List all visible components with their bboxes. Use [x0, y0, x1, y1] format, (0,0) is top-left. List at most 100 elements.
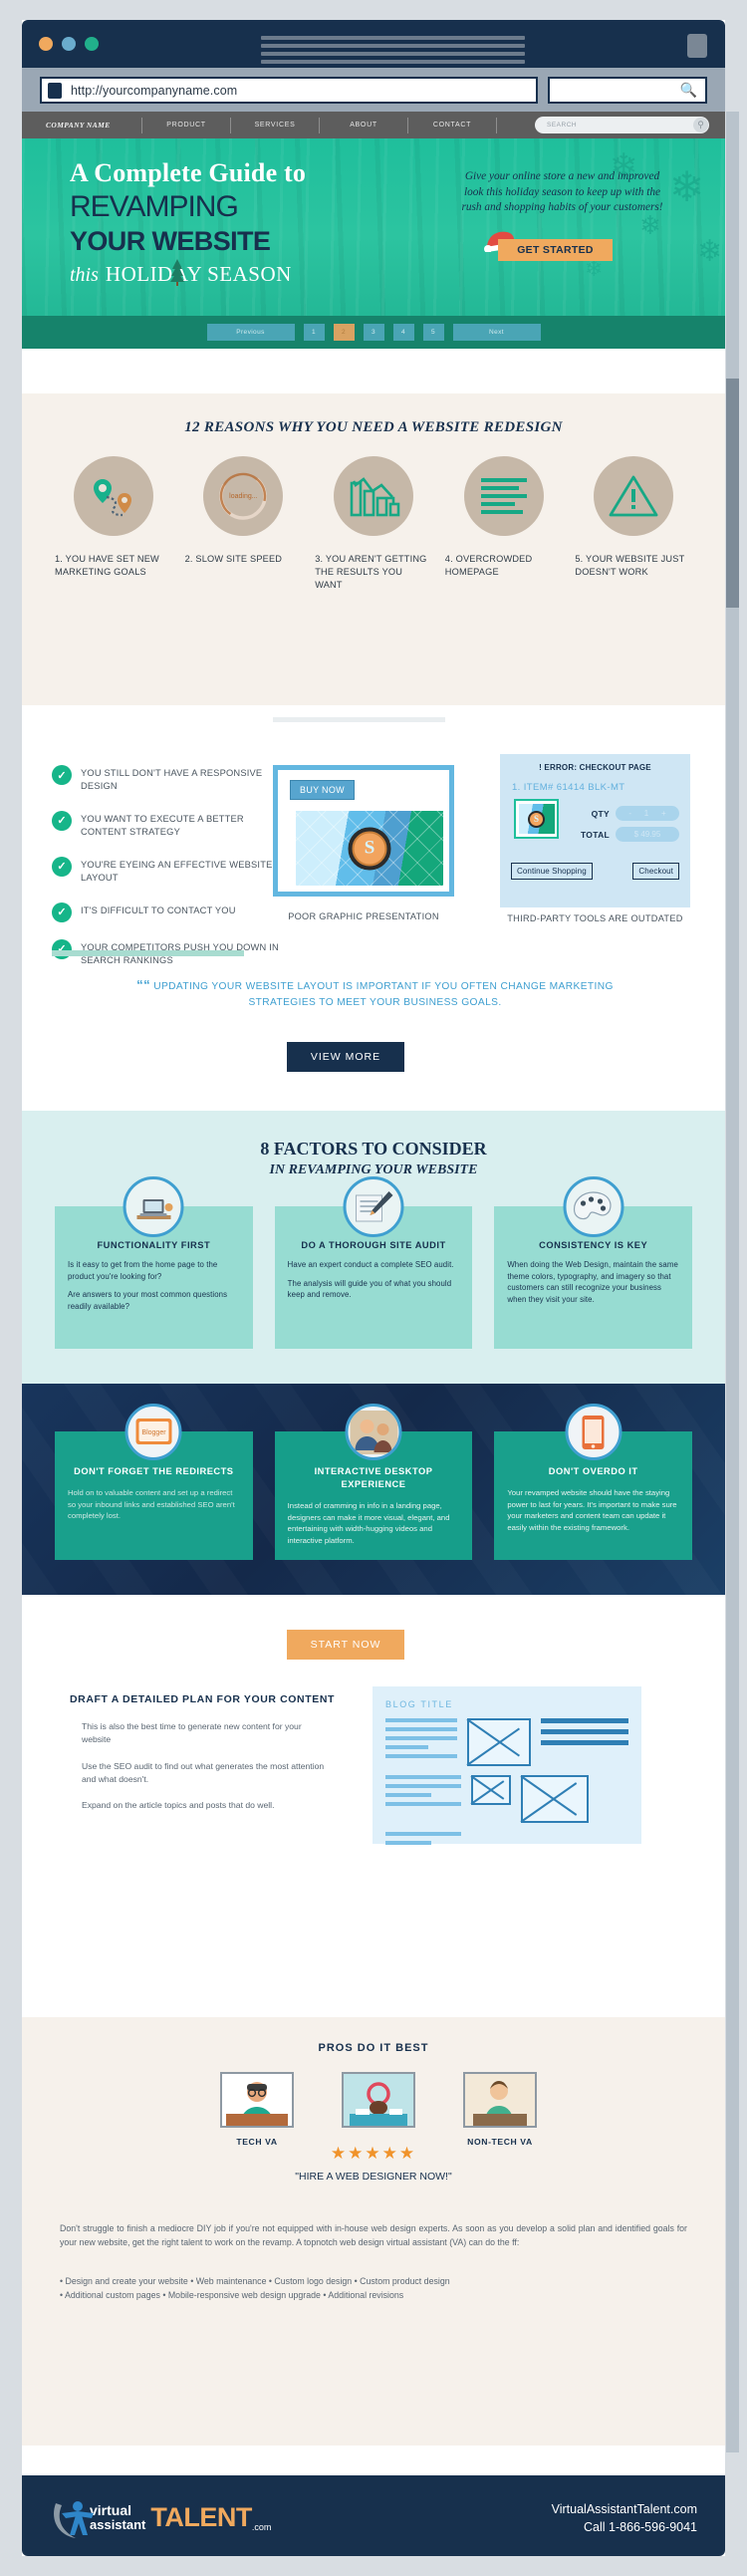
checkout-button[interactable]: Checkout — [632, 863, 679, 880]
continue-shopping-button[interactable]: Continue Shopping — [511, 863, 593, 880]
total-value: $ 49.95 — [616, 827, 679, 842]
qty-stepper[interactable]: - 1 + — [616, 806, 679, 821]
pagination-previous[interactable]: Previous — [206, 324, 295, 341]
factor-title: CONSISTENCY IS KEY — [539, 1240, 648, 1250]
dark-card-body: Your revamped website should have the st… — [507, 1488, 677, 1532]
decorative-rule — [273, 717, 445, 722]
blogger-redirect-icon: Blogger — [124, 1404, 182, 1460]
reason-item: 4. OVERCROWDED HOMEPAGE — [445, 456, 563, 592]
reason-item: 1. YOU HAVE SET NEW MARKETING GOALS — [55, 456, 172, 592]
pagination-page-2[interactable]: 2 — [333, 324, 355, 341]
vertical-scrollbar-thumb[interactable] — [726, 379, 739, 608]
site-search-input[interactable]: SEARCH ⚲ — [535, 117, 709, 133]
factor-body: When doing the Web Design, maintain the … — [507, 1259, 679, 1306]
search-icon[interactable]: ⚲ — [693, 118, 708, 132]
mock-caption: POOR GRAPHIC PRESENTATION — [288, 911, 439, 921]
pagination-page-4[interactable]: 4 — [392, 324, 414, 341]
checkout-item-label: 1. ITEM# 61414 BLK-MT — [512, 782, 625, 793]
qty-plus-button[interactable]: + — [661, 809, 666, 818]
pros-cell: TECH VA — [215, 2072, 299, 2147]
checkout-button-row: Continue Shopping Checkout — [511, 863, 679, 880]
nav-item-about[interactable]: ABOUT — [320, 122, 407, 129]
dark-card-title: DON'T OVERDO IT — [548, 1466, 638, 1476]
start-now-button[interactable]: START NOW — [287, 1630, 404, 1660]
browser-titlebar — [22, 20, 725, 68]
reason-item: 5. YOUR WEBSITE JUST DOESN'T WORK — [575, 456, 692, 592]
page-footer: virtual assistant TALENT .com VirtualAss… — [22, 2475, 725, 2556]
warning-triangle-icon — [594, 456, 674, 536]
pros-heading: PROS DO IT BEST — [318, 2042, 429, 2054]
tablet-device-icon — [565, 1404, 622, 1460]
star-rating-icon: ★★★★★ — [330, 2144, 417, 2163]
people-photo-icon — [345, 1404, 402, 1460]
nav-item-services[interactable]: SERVICES — [231, 122, 319, 129]
factor-title: FUNCTIONALITY FIRST — [97, 1240, 211, 1250]
favicon-icon — [48, 82, 62, 99]
coin-icon: S — [348, 827, 391, 870]
browser-toolbar: http://yourcompanyname.com 🔍 — [22, 68, 725, 112]
site-brand[interactable]: COMPANY NAME — [46, 121, 141, 129]
pagination-bar: Previous 1 2 3 4 5 Next — [22, 316, 725, 349]
reason-label: 5. YOUR WEBSITE JUST DOESN'T WORK — [575, 554, 685, 578]
wireframe-image-placeholder — [471, 1775, 511, 1805]
view-more-button[interactable]: VIEW MORE — [287, 1042, 404, 1072]
pixelated-product-image: S — [296, 811, 443, 886]
buy-now-button[interactable]: BUY NOW — [290, 780, 355, 800]
pagination-page-3[interactable]: 3 — [363, 324, 384, 341]
nav-item-product[interactable]: PRODUCT — [142, 122, 230, 129]
reasons-section: 12 REASONS WHY YOU NEED A WEBSITE REDESI… — [22, 393, 725, 705]
factor-body: Have an expert conduct a complete SEO au… — [288, 1259, 460, 1301]
window-minimize-dot[interactable] — [62, 37, 76, 51]
pagination-page-1[interactable]: 1 — [303, 324, 325, 341]
snowflake-icon: ❄ — [669, 163, 705, 210]
footer-site[interactable]: VirtualAssistantTalent.com — [552, 2501, 697, 2519]
nav-item-contact[interactable]: CONTACT — [408, 122, 496, 129]
reason-item: loading... 2. SLOW SITE SPEED — [185, 456, 303, 592]
pagination-page-5[interactable]: 5 — [422, 324, 444, 341]
coin-icon: S — [528, 810, 545, 828]
poor-graphic-mock: BUY NOW S — [273, 765, 454, 897]
qty-minus-button[interactable]: - — [628, 809, 631, 818]
wireframe-text-block — [385, 1832, 461, 1850]
nav-divider — [496, 117, 497, 133]
dark-cards-grid: Blogger DON'T FORGET THE REDIRECTS Hold … — [55, 1404, 693, 1561]
hero-line-4-italic: this — [70, 264, 99, 286]
get-started-button[interactable]: GET STARTED — [498, 239, 613, 261]
checkout-total-row: TOTAL $ 49.95 — [581, 827, 679, 842]
wireframe-text-block — [385, 1775, 461, 1823]
address-bar[interactable]: http://yourcompanyname.com — [40, 77, 538, 104]
factor-card: CONSISTENCY IS KEY When doing the Web De… — [494, 1176, 693, 1349]
hero-line-1: A Complete Guide to — [70, 158, 307, 187]
checkout-caption: THIRD-PARTY TOOLS ARE OUTDATED — [507, 913, 683, 923]
wireframe-lines — [541, 1718, 628, 1766]
window-close-dot[interactable] — [39, 37, 53, 51]
window-maximize-dot[interactable] — [85, 37, 99, 51]
factors-section: 8 FACTORS TO CONSIDER IN REVAMPING YOUR … — [22, 1111, 725, 1384]
hire-callout: "HIRE A WEB DESIGNER NOW!" — [295, 2171, 452, 2183]
titlebar-square-decoration — [687, 34, 707, 58]
color-palette-icon — [563, 1176, 624, 1237]
footer-phone[interactable]: Call 1-866-596-9041 — [552, 2519, 697, 2537]
hero-banner: ❄ ❄ ❄ ❄ ❄ A Complete Guide to REVAMPING … — [22, 138, 725, 316]
pros-cell — [337, 2072, 420, 2147]
wireframe-row — [385, 1775, 628, 1823]
pros-body-text: Don't struggle to finish a mediocre DIY … — [60, 2223, 687, 2248]
factor-paragraph: Is it easy to get from the home page to … — [68, 1260, 218, 1281]
factor-paragraph: When doing the Web Design, maintain the … — [507, 1260, 678, 1305]
total-label: TOTAL — [580, 829, 610, 840]
pagination-next[interactable]: Next — [452, 324, 541, 341]
browser-search-box[interactable]: 🔍 — [548, 77, 707, 104]
factors-heading-1: 8 FACTORS TO CONSIDER — [260, 1139, 487, 1159]
site-navigation: COMPANY NAME PRODUCT SERVICES ABOUT CONT… — [22, 112, 725, 138]
reason-label: 1. YOU HAVE SET NEW MARKETING GOALS — [55, 554, 159, 578]
wireframe-text-block — [385, 1718, 457, 1766]
pros-list-line: • Additional custom pages • Mobile-respo… — [60, 2290, 404, 2301]
dark-card: Blogger DON'T FORGET THE REDIRECTS Hold … — [55, 1404, 253, 1561]
christmas-tree-icon — [170, 259, 184, 286]
hero-line-3: YOUR WEBSITE — [70, 226, 271, 256]
plan-paragraph: Use the SEO audit to find out what gener… — [82, 1760, 325, 1784]
check-circle-icon: ✓ — [52, 856, 72, 877]
non-tech-va-photo — [463, 2072, 537, 2128]
wireframe-row — [385, 1832, 628, 1850]
factor-paragraph: Have an expert conduct a complete SEO au… — [287, 1260, 454, 1269]
